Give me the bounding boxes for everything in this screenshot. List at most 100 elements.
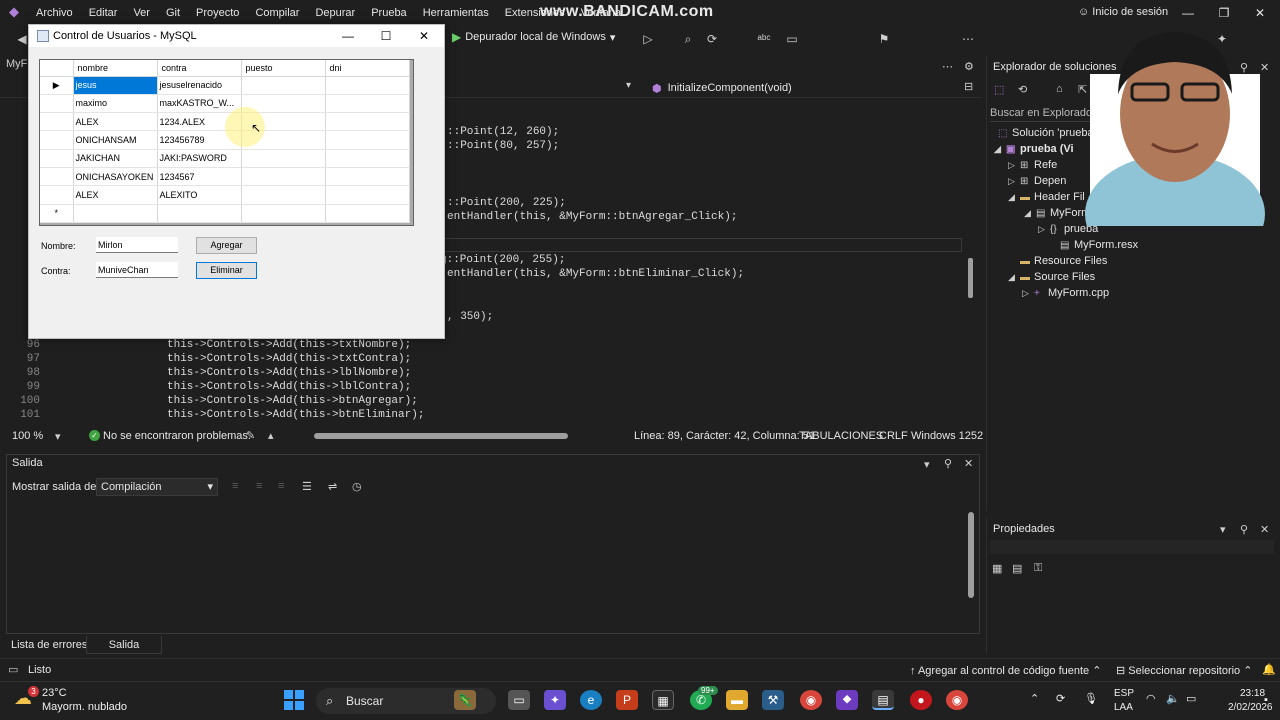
store-icon[interactable]: ▦ bbox=[652, 690, 674, 710]
tree-source-files[interactable]: ◢ ▬ Source Files bbox=[1008, 271, 1095, 283]
contra-input[interactable] bbox=[96, 262, 178, 278]
table-row[interactable]: JAKICHAN JAKI:PASWORD bbox=[40, 149, 410, 168]
member-dropdown[interactable]: ⬢ InitializeComponent(void) bbox=[652, 79, 952, 97]
properties-object-dropdown[interactable] bbox=[990, 540, 1274, 554]
more-icon[interactable]: ⋯ bbox=[960, 31, 976, 47]
input-language[interactable]: ESP bbox=[1114, 688, 1134, 699]
table-cell[interactable] bbox=[325, 130, 410, 150]
clock-icon[interactable]: ◷ bbox=[352, 480, 362, 493]
table-cell[interactable] bbox=[325, 94, 410, 114]
close-icon[interactable]: ✕ bbox=[964, 457, 973, 470]
tree-dependencies[interactable]: ▷ ⊞ Depen bbox=[1008, 175, 1066, 187]
winform-titlebar[interactable]: Control de Usuarios - MySQL — ☐ ✕ bbox=[29, 25, 444, 47]
pin-icon[interactable]: ⚲ bbox=[1240, 523, 1248, 536]
tree-project[interactable]: ◢ ▣ prueba (Vi bbox=[994, 143, 1074, 155]
gear-icon[interactable]: ⚙ bbox=[964, 60, 974, 73]
cursor-position[interactable]: Línea: 89, Carácter: 42, Columna: 51 bbox=[634, 430, 815, 442]
menu-depurar[interactable]: Depurar bbox=[307, 0, 363, 26]
sync-tray-icon[interactable]: ⟳ bbox=[1056, 692, 1065, 705]
table-cell[interactable] bbox=[241, 204, 326, 223]
editor-horizontal-scrollbar[interactable] bbox=[314, 433, 568, 439]
table-row[interactable]: ▶ jesus jesuselrenacido bbox=[40, 76, 410, 95]
table-cell[interactable]: jesus bbox=[73, 76, 158, 95]
table-cell[interactable] bbox=[241, 76, 326, 95]
list-icon[interactable]: ≡ bbox=[256, 480, 262, 492]
weather-description[interactable]: Mayorm. nublado bbox=[42, 701, 127, 713]
table-cell[interactable] bbox=[325, 149, 410, 168]
agregar-button[interactable]: Agregar bbox=[196, 237, 257, 254]
overflow-icon[interactable]: ⋯ bbox=[942, 60, 953, 73]
chevron-down-icon[interactable]: ▾ bbox=[1220, 523, 1226, 536]
file-encoding[interactable]: Windows 1252 bbox=[911, 430, 983, 442]
nombre-input[interactable] bbox=[96, 237, 178, 253]
new-row-marker-icon[interactable]: * bbox=[40, 204, 74, 223]
row-header[interactable] bbox=[40, 167, 74, 187]
menu-ver[interactable]: Ver bbox=[125, 0, 158, 26]
tree-resource-files[interactable]: ▬ Resource Files bbox=[1020, 255, 1107, 267]
chevron-down-icon[interactable]: ▾ bbox=[924, 458, 930, 471]
row-header[interactable] bbox=[40, 149, 74, 168]
edge-icon[interactable]: e bbox=[580, 690, 602, 710]
table-cell[interactable] bbox=[157, 204, 242, 223]
winform-app-icon[interactable]: ▤ bbox=[872, 690, 894, 710]
history-icon[interactable]: ⟲ bbox=[1018, 83, 1027, 96]
new-row[interactable]: * bbox=[40, 204, 410, 223]
find-icon[interactable]: ⌕ bbox=[680, 31, 696, 47]
microphone-icon[interactable]: 🎙 bbox=[1084, 692, 1098, 705]
table-cell[interactable] bbox=[325, 204, 410, 223]
menu-archivo[interactable]: Archivo bbox=[28, 0, 81, 26]
spellcheck-icon[interactable]: ᵃᵇᶜ bbox=[756, 31, 772, 47]
bookmark-icon[interactable]: ⚑ bbox=[876, 31, 892, 47]
weather-temperature[interactable]: 23°C bbox=[42, 687, 67, 699]
hot-reload-icon[interactable]: ⟳ bbox=[704, 31, 720, 47]
align-left-icon[interactable]: ≡ bbox=[232, 480, 238, 492]
pin-icon[interactable]: ⚲ bbox=[944, 457, 952, 470]
property-pages-icon[interactable]: ⚿ bbox=[1034, 562, 1042, 575]
table-cell[interactable]: ALEX bbox=[73, 185, 158, 205]
table-cell[interactable]: maxKASTRO_W... bbox=[157, 94, 242, 114]
code-cleanup-icon[interactable]: ✎ bbox=[246, 429, 255, 442]
row-header[interactable] bbox=[40, 112, 74, 132]
menu-editar[interactable]: Editar bbox=[81, 0, 126, 26]
file-explorer-icon[interactable]: ▬ bbox=[726, 690, 748, 710]
tree-references[interactable]: ▷ ⊞ Refe bbox=[1008, 159, 1057, 171]
task-view-icon[interactable]: ▭ bbox=[508, 690, 530, 710]
winform-minimize-button[interactable]: — bbox=[333, 27, 363, 45]
table-cell[interactable] bbox=[241, 185, 326, 205]
table-cell[interactable]: jesuselrenacido bbox=[157, 76, 242, 95]
chevron-down-icon[interactable]: ▾ bbox=[626, 80, 631, 91]
bandicam-icon[interactable]: ● bbox=[910, 690, 932, 710]
column-header-contra[interactable]: contra bbox=[157, 60, 242, 77]
tab-output[interactable]: Salida bbox=[86, 636, 162, 654]
wifi-icon[interactable]: ◠ bbox=[1146, 692, 1156, 705]
column-header-nombre[interactable]: nombre bbox=[73, 60, 158, 77]
close-icon[interactable]: ✕ bbox=[1260, 523, 1269, 536]
table-cell[interactable]: JAKI:PASWORD bbox=[157, 149, 242, 168]
current-row-arrow-icon[interactable]: ▶ bbox=[40, 76, 74, 95]
column-header-dni[interactable]: dni bbox=[325, 60, 410, 77]
menu-compilar[interactable]: Compilar bbox=[247, 0, 307, 26]
menu-prueba[interactable]: Prueba bbox=[363, 0, 414, 26]
row-header[interactable] bbox=[40, 94, 74, 114]
volume-icon[interactable]: 🔈 bbox=[1166, 692, 1180, 705]
chevron-up-icon[interactable]: ▴ bbox=[268, 429, 274, 442]
alphabetical-icon[interactable]: ▤ bbox=[1012, 562, 1022, 575]
add-to-source-control[interactable]: ↑ Agregar al control de código fuente ⌃ bbox=[910, 664, 1101, 677]
table-cell[interactable]: ALEXITO bbox=[157, 185, 242, 205]
input-layout[interactable]: LAA bbox=[1114, 702, 1133, 713]
chrome-profile-icon[interactable]: ◉ bbox=[946, 690, 968, 710]
winform-maximize-button[interactable]: ☐ bbox=[371, 27, 401, 45]
clock-time[interactable]: 23:18 bbox=[1240, 688, 1265, 699]
eliminar-button[interactable]: Eliminar bbox=[196, 262, 257, 279]
row-header[interactable] bbox=[40, 185, 74, 205]
grid-corner-header[interactable] bbox=[40, 60, 74, 77]
table-row[interactable]: ALEX ALEXITO bbox=[40, 185, 410, 205]
table-row[interactable]: ONICHANSAM 123456789 bbox=[40, 130, 410, 150]
table-cell[interactable]: 1234567 bbox=[157, 167, 242, 187]
output-vertical-scrollbar[interactable] bbox=[968, 512, 974, 598]
menu-git[interactable]: Git bbox=[158, 0, 188, 26]
categorized-icon[interactable]: ▦ bbox=[992, 562, 1002, 575]
table-row[interactable]: maximo maxKASTRO_W... bbox=[40, 94, 410, 114]
table-cell[interactable]: JAKICHAN bbox=[73, 149, 158, 168]
workbench-icon[interactable]: ⚒ bbox=[762, 690, 784, 710]
